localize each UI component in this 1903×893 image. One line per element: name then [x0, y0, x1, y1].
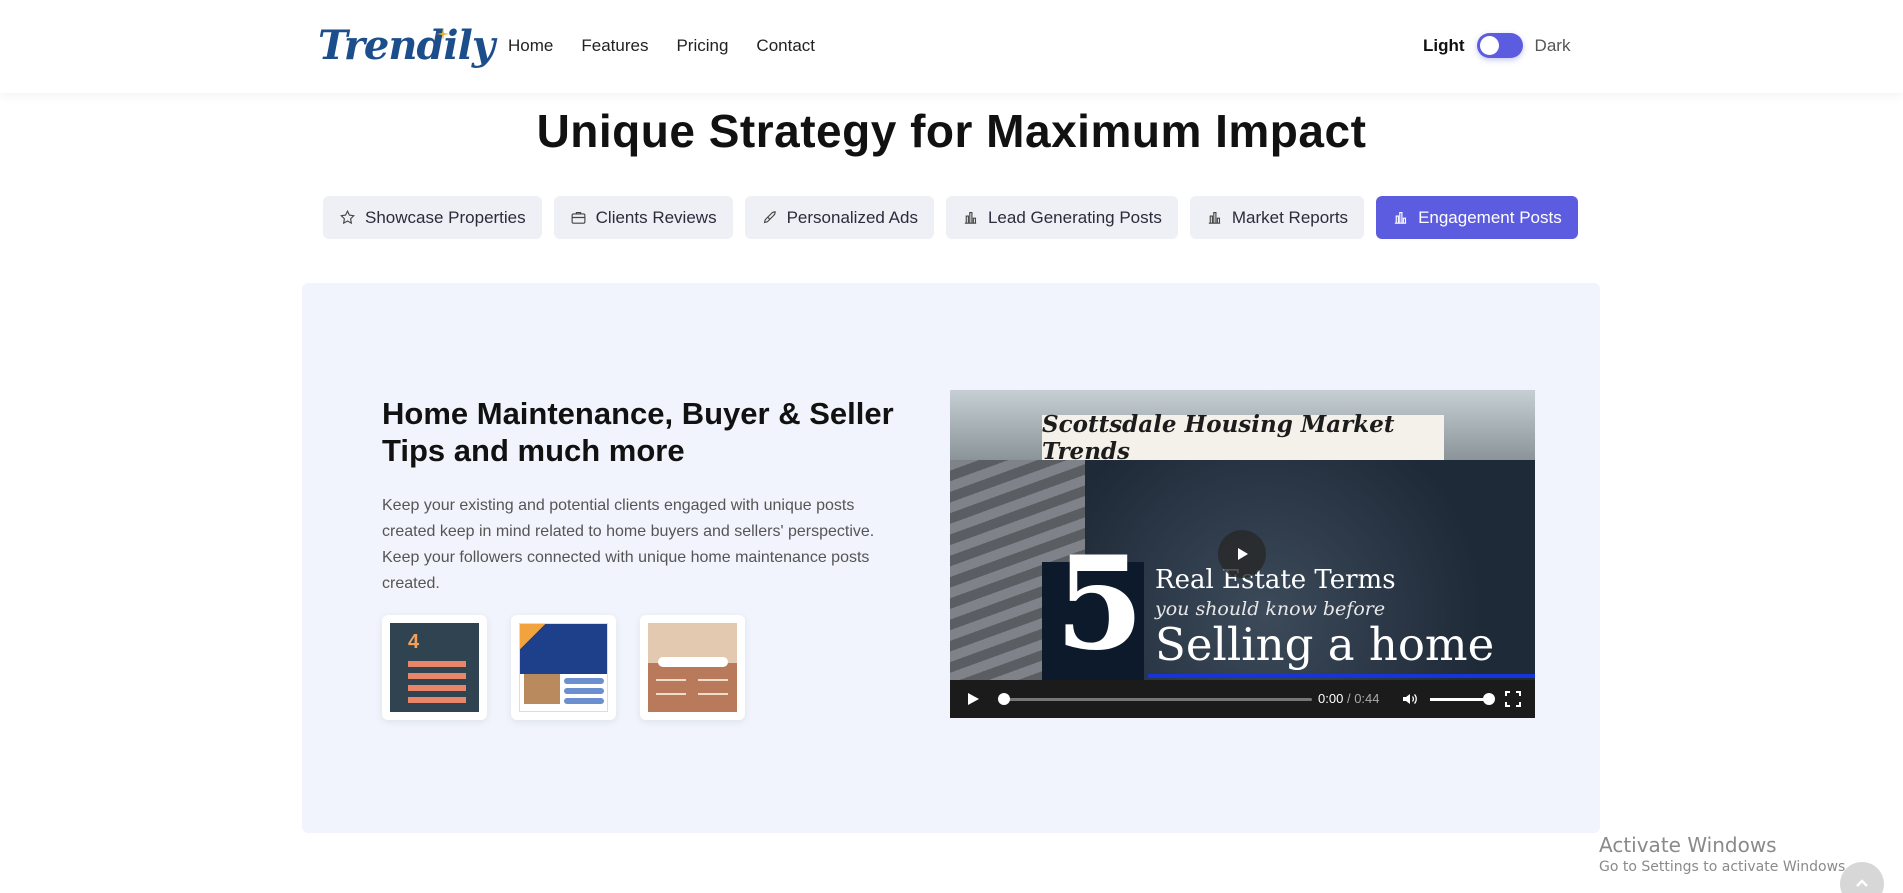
- nav-contact[interactable]: Contact: [756, 36, 815, 56]
- tab-label: Clients Reviews: [595, 207, 717, 227]
- tab-clients-reviews[interactable]: Clients Reviews: [553, 196, 733, 239]
- thumbnail-number: 4: [408, 631, 420, 653]
- video-player[interactable]: Scottsdale Housing Market Trends 5 Real …: [950, 390, 1535, 718]
- content-panel: Home Maintenance, Buyer & Seller Tips an…: [302, 283, 1600, 833]
- current-time: 0:00: [1318, 691, 1344, 706]
- thumbnail-first-time-buyer[interactable]: [640, 615, 745, 720]
- tab-label: Showcase Properties: [365, 207, 526, 227]
- page: Trendily Home Features Pricing Contact L…: [0, 0, 1903, 893]
- panel-description: Keep your existing and potential clients…: [382, 497, 875, 592]
- theme-toggle[interactable]: [1476, 33, 1523, 58]
- video-play-overlay-button[interactable]: [1218, 530, 1266, 578]
- scroll-to-top-button[interactable]: [1840, 862, 1884, 893]
- video-big-number: 5: [1055, 529, 1145, 679]
- watermark-subtitle: Go to Settings to activate Windows.: [1599, 859, 1850, 875]
- watermark-title: Activate Windows: [1599, 833, 1777, 857]
- video-line1: Real Estate Terms: [1155, 565, 1396, 595]
- sparkle-icon: [437, 28, 449, 40]
- windows-activation-watermark: Activate Windows Go to Settings to activ…: [1599, 833, 1850, 875]
- video-line2: you should know before: [1155, 598, 1386, 620]
- video-line3: Selling a home: [1155, 618, 1495, 671]
- video-controls: 0:00 / 0:44: [950, 680, 1535, 718]
- theme-switcher: Light Dark: [1423, 33, 1570, 58]
- chevron-up-icon: [1856, 879, 1868, 887]
- duration: 0:44: [1354, 691, 1380, 706]
- thumbnail-money-saving-tips[interactable]: 4: [382, 615, 487, 720]
- tab-bar: Showcase Properties Clients Reviews Pers…: [323, 196, 1578, 239]
- tab-label: Lead Generating Posts: [987, 207, 1162, 227]
- page-title: Unique Strategy for Maximum Impact: [536, 105, 1367, 157]
- rocket-icon: [763, 211, 776, 224]
- tab-label: Personalized Ads: [786, 207, 918, 227]
- panel-title: Home Maintenance, Buyer & Seller Tips an…: [382, 396, 894, 468]
- volume-handle[interactable]: [1483, 693, 1495, 705]
- thumbnail-selling-tips[interactable]: [511, 615, 616, 720]
- bar-chart-icon: [964, 211, 977, 224]
- nav-home[interactable]: Home: [508, 36, 553, 56]
- star-icon: [340, 209, 355, 225]
- nav-pricing[interactable]: Pricing: [676, 36, 728, 56]
- thumbnail-image: 4: [390, 623, 479, 712]
- nav-features[interactable]: Features: [581, 36, 648, 56]
- theme-dark-label: Dark: [1534, 35, 1571, 55]
- main-nav: Home Features Pricing Contact: [508, 36, 815, 56]
- thumbnail-list: 4: [382, 615, 745, 720]
- tab-lead-generating-posts[interactable]: Lead Generating Posts: [945, 196, 1178, 239]
- time-separator: /: [1346, 691, 1351, 706]
- site-header: Trendily Home Features Pricing Contact L…: [0, 0, 1903, 93]
- play-icon[interactable]: [966, 692, 980, 706]
- toggle-knob: [1479, 36, 1499, 55]
- logo[interactable]: Trendily: [318, 22, 495, 69]
- bar-chart-icon: [1208, 211, 1221, 224]
- fullscreen-icon[interactable]: [1505, 691, 1521, 707]
- volume-icon[interactable]: [1402, 691, 1418, 707]
- video-time: 0:00 / 0:44: [1318, 691, 1380, 706]
- tab-personalized-ads[interactable]: Personalized Ads: [744, 196, 934, 239]
- thumbnail-image: [519, 623, 608, 712]
- tab-market-reports[interactable]: Market Reports: [1189, 196, 1365, 239]
- volume-slider[interactable]: [1430, 698, 1488, 701]
- tab-engagement-posts[interactable]: Engagement Posts: [1376, 196, 1578, 239]
- tab-showcase-properties[interactable]: Showcase Properties: [323, 196, 542, 239]
- theme-light-label: Light: [1423, 35, 1465, 55]
- seek-bar[interactable]: [1000, 698, 1312, 701]
- video-banner: Scottsdale Housing Market Trends: [1042, 411, 1444, 465]
- tab-label: Engagement Posts: [1418, 207, 1562, 227]
- tab-label: Market Reports: [1231, 207, 1349, 227]
- play-icon: [1238, 548, 1248, 560]
- thumbnail-image: [648, 623, 737, 712]
- seek-handle[interactable]: [998, 693, 1010, 705]
- bar-chart-icon: [1394, 211, 1407, 224]
- briefcase-icon: [571, 211, 586, 224]
